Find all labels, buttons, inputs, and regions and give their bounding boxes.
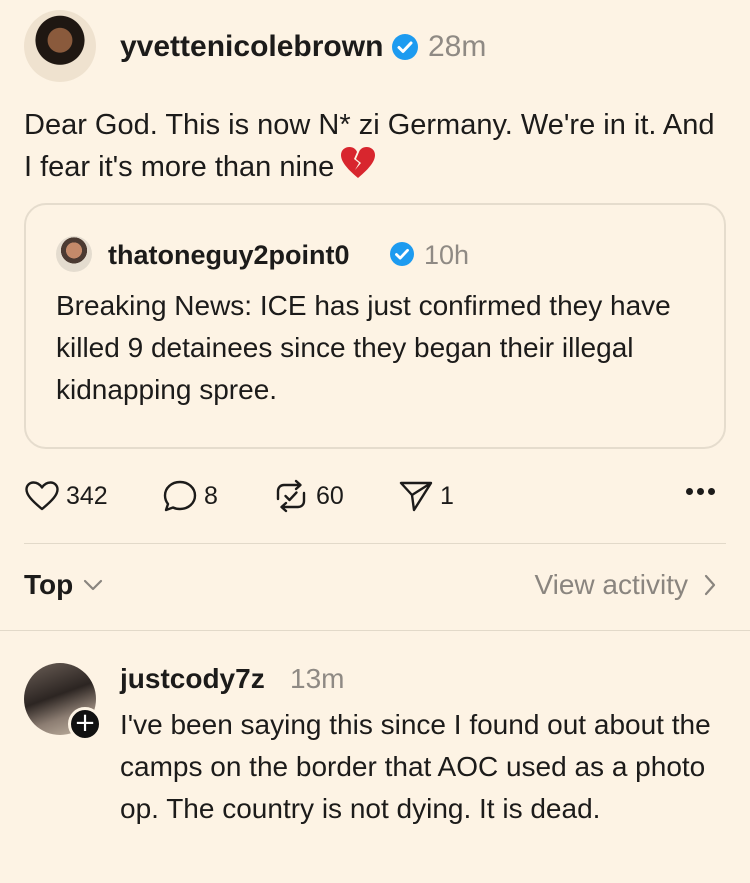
like-count: 342 [66,481,108,510]
repost-icon [276,479,306,513]
heart-icon [25,481,59,511]
quoted-post-text: Breaking News: ICE has just confirmed th… [56,290,671,405]
quoted-post-time: 10h [424,240,470,270]
more-icon[interactable] [686,488,716,496]
repost-count: 60 [316,481,344,510]
post-text: Dear God. This is now N* zi Germany. We'… [24,104,724,192]
comment-icon [163,480,197,512]
post-time: 28m [428,30,487,63]
share-button[interactable]: 1 [398,476,454,516]
chevron-down-icon [84,579,103,591]
reply-text: I've been saying this since I found out … [120,709,711,824]
thread-view: yvettenicolebrown 28m Dear God. This is … [0,0,750,883]
reply-author-username[interactable]: justcody7z [120,663,265,695]
reply-time: 13m [290,663,345,694]
sort-dropdown[interactable]: Top [24,569,103,601]
reply-button[interactable]: 8 [162,476,218,516]
sort-label: Top [24,569,74,600]
chevron-right-icon [704,574,716,596]
quoted-author-username[interactable]: thatoneguy2point0 [108,240,350,271]
verified-icon [390,242,414,266]
share-count: 1 [440,481,454,510]
like-button[interactable]: 342 [24,476,108,516]
repost-button[interactable]: 60 [272,476,344,516]
quoted-author-avatar[interactable] [56,236,92,272]
action-bar: 342 8 60 1 [24,476,724,516]
share-icon [399,481,433,512]
view-activity-label: View activity [534,569,688,600]
reply-count: 8 [204,481,218,510]
broken-heart-icon [340,146,376,192]
author-username[interactable]: yvettenicolebrown [120,30,383,64]
verified-icon [392,34,418,60]
follow-button[interactable]: + [68,707,102,741]
divider [0,630,750,631]
author-avatar[interactable] [24,10,96,82]
divider [24,543,726,544]
view-activity-link[interactable]: View activity [534,569,716,601]
